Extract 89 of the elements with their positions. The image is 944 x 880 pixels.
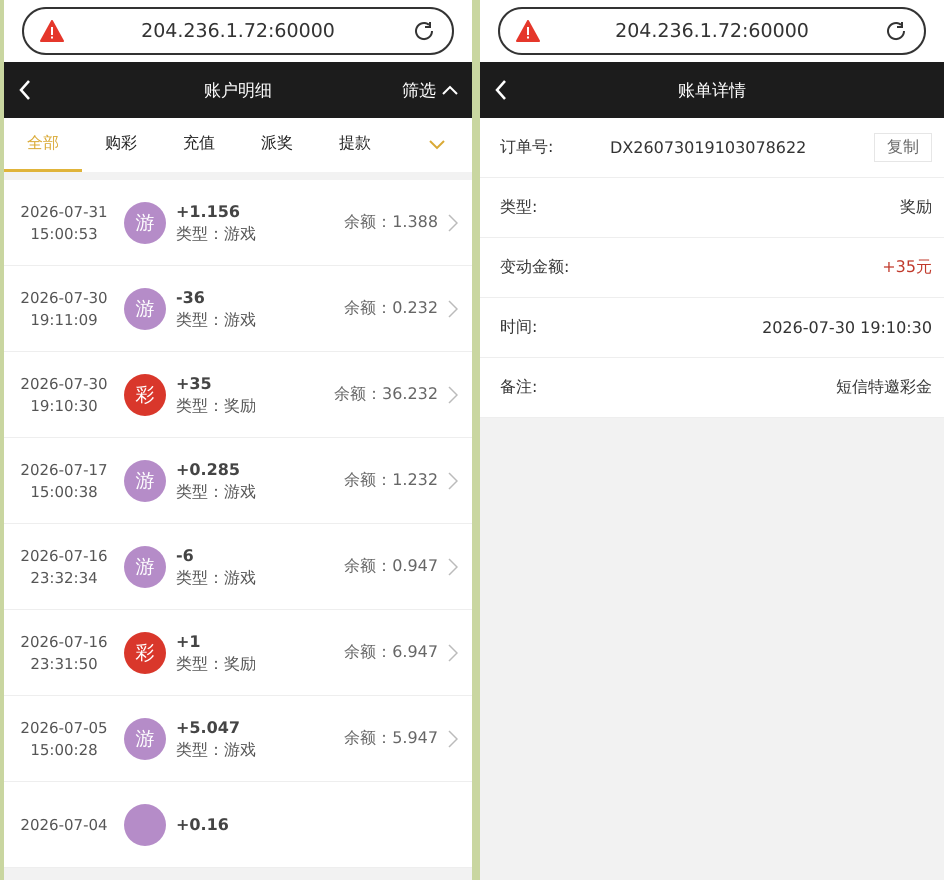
- record-row[interactable]: 2026-07-17 15:00:38 游 +0.285 类型：游戏 余额：1.232: [4, 438, 472, 524]
- record-time: 23:32:34: [30, 568, 98, 588]
- record-amount: -36: [176, 286, 206, 308]
- url-text: 204.236.1.72:60000: [140, 20, 336, 42]
- copy-button[interactable]: 复制: [874, 133, 932, 162]
- record-balance: 余额：1.232: [344, 470, 438, 491]
- chevron-right-icon: [448, 472, 458, 490]
- category-avatar: 游: [124, 460, 166, 502]
- record-date: 2026-07-30: [20, 374, 108, 394]
- record-row[interactable]: 2026-07-30 19:11:09 游 -36 类型：游戏 余额：0.232: [4, 266, 472, 352]
- category-avatar: 彩: [124, 374, 166, 416]
- record-balance: 余额：6.947: [344, 642, 438, 663]
- caret-down-icon: [429, 140, 445, 150]
- category-avatar: 彩: [124, 632, 166, 674]
- record-date: 2026-07-05: [20, 718, 108, 738]
- detail-label: 类型:: [500, 197, 538, 218]
- record-type: 类型：游戏: [176, 738, 257, 760]
- record-amount: +35: [176, 372, 213, 394]
- record-amount: +1.156: [176, 200, 242, 222]
- detail-value: 奖励: [900, 197, 932, 218]
- tab[interactable]: 购彩: [82, 118, 160, 172]
- record-type: 类型：奖励: [176, 394, 257, 416]
- tab[interactable]: 充值: [160, 118, 238, 172]
- record-time: 15:00:38: [30, 482, 98, 502]
- record-row[interactable]: 2026-07-16 23:32:34 游 -6 类型：游戏 余额：0.947: [4, 524, 472, 610]
- caret-up-icon: [442, 85, 458, 95]
- category-avatar: 游: [124, 202, 166, 244]
- record-row[interactable]: 2026-07-04 +0.16: [4, 782, 472, 868]
- category-avatar: 游: [124, 546, 166, 588]
- reload-icon[interactable]: [412, 19, 436, 43]
- category-avatar: 游: [124, 718, 166, 760]
- record-type: 类型：游戏: [176, 308, 257, 330]
- back-button[interactable]: [494, 79, 508, 101]
- warning-icon: [40, 20, 64, 42]
- detail-value: DX26073019103078622: [610, 138, 808, 157]
- record-time: 19:10:30: [30, 396, 98, 416]
- record-row[interactable]: 2026-07-16 23:31:50 彩 +1 类型：奖励 余额：6.947: [4, 610, 472, 696]
- record-date: 2026-07-17: [20, 460, 108, 480]
- detail-value: +35元: [882, 257, 932, 278]
- record-row[interactable]: 2026-07-31 15:00:53 游 +1.156 类型：游戏 余额：1.388: [4, 180, 472, 266]
- record-time: 19:11:09: [30, 310, 98, 330]
- warning-icon: [516, 20, 540, 42]
- page-title: 账单详情: [678, 80, 746, 102]
- detail-label: 时间:: [500, 317, 538, 338]
- record-type: 类型：游戏: [176, 566, 257, 588]
- record-amount: -6: [176, 544, 195, 566]
- chevron-right-icon: [448, 730, 458, 748]
- chevron-right-icon: [448, 644, 458, 662]
- address-bar[interactable]: 204.236.1.72:60000: [22, 7, 454, 55]
- filter-button[interactable]: 筛选: [402, 78, 458, 102]
- chevron-right-icon: [448, 214, 458, 232]
- page-title: 账户明细: [204, 80, 272, 102]
- tab[interactable]: 提款: [316, 118, 394, 172]
- record-type: 类型：游戏: [176, 480, 257, 502]
- record-time: 15:00:28: [30, 740, 98, 760]
- chevron-right-icon: [448, 386, 458, 404]
- address-bar[interactable]: 204.236.1.72:60000: [498, 7, 926, 55]
- record-amount: +0.16: [176, 814, 230, 836]
- record-date: 2026-07-16: [20, 632, 108, 652]
- record-time: 23:31:50: [30, 654, 98, 674]
- record-amount: +5.047: [176, 716, 242, 738]
- detail-value: 短信特邀彩金: [836, 377, 932, 398]
- record-date: 2026-07-04: [20, 814, 108, 836]
- record-balance: 余额：0.232: [344, 298, 438, 319]
- url-text: 204.236.1.72:60000: [614, 20, 810, 42]
- record-amount: +0.285: [176, 458, 242, 480]
- record-time: 15:00:53: [30, 224, 98, 244]
- detail-label: 备注:: [500, 377, 538, 398]
- record-amount: +1: [176, 630, 202, 652]
- back-button[interactable]: [18, 79, 32, 101]
- detail-label: 订单号:: [500, 137, 554, 158]
- record-balance: 余额：1.388: [344, 212, 438, 233]
- record-balance: 余额：5.947: [344, 728, 438, 749]
- record-type: 类型：游戏: [176, 222, 257, 244]
- record-date: 2026-07-16: [20, 546, 108, 566]
- detail-value: 2026-07-30 19:10:30: [762, 318, 932, 337]
- record-date: 2026-07-31: [20, 202, 108, 222]
- record-row[interactable]: 2026-07-30 19:10:30 彩 +35 类型：奖励 余额：36.232: [4, 352, 472, 438]
- record-balance: 余额：36.232: [334, 384, 438, 405]
- detail-label: 变动金额:: [500, 257, 570, 278]
- chevron-right-icon: [448, 558, 458, 576]
- category-avatar: 游: [124, 288, 166, 330]
- record-date: 2026-07-30: [20, 288, 108, 308]
- chevron-right-icon: [448, 300, 458, 318]
- record-type: 类型：奖励: [176, 652, 257, 674]
- tab[interactable]: 派奖: [238, 118, 316, 172]
- record-balance: 余额：0.947: [344, 556, 438, 577]
- reload-icon[interactable]: [884, 19, 908, 43]
- record-row[interactable]: 2026-07-05 15:00:28 游 +5.047 类型：游戏 余额：5.947: [4, 696, 472, 782]
